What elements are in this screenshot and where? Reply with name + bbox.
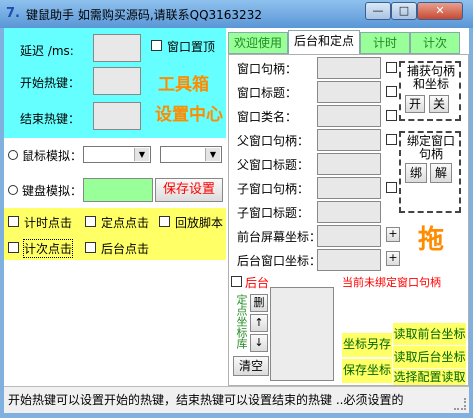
fg-coord-plus-button[interactable]: + <box>386 227 400 242</box>
move-down-button[interactable]: ↓ <box>250 334 268 352</box>
mouse-sim-label: 鼠标模拟： <box>22 149 83 163</box>
child-title-input[interactable] <box>317 201 381 223</box>
mode-options-panel: 计时点击 定点点击 回放脚本 计次点击 后台点击 <box>4 208 226 260</box>
window-title-checkbox[interactable] <box>386 86 397 97</box>
start-hotkey-label: 开始热键： <box>20 76 81 90</box>
start-hotkey-input[interactable] <box>93 67 141 95</box>
window-title: 键鼠助手 如需购买源码,请联系QQ3163232 <box>26 8 262 22</box>
toolbox-label: 工具箱 <box>158 75 209 95</box>
count-click-label: 计次点击 <box>22 239 74 258</box>
timer-click-checkbox[interactable] <box>8 216 19 227</box>
window-title-input[interactable] <box>317 81 381 103</box>
unbind-button[interactable]: 解 <box>430 163 452 183</box>
clear-coords-button[interactable]: 清空 <box>233 356 269 376</box>
chevron-down-icon: ▼ <box>205 148 220 161</box>
timer-click-label: 计时点击 <box>24 216 73 230</box>
close-button[interactable]: ✕ <box>417 2 463 20</box>
bind-box-title: 绑定窗口句柄 <box>406 134 455 161</box>
capture-box: 捕获句柄和坐标 开 关 <box>399 61 461 121</box>
mouse-sim-select-2[interactable]: ▼ <box>160 146 222 163</box>
child-handle-checkbox[interactable] <box>386 182 397 193</box>
parent-title-input[interactable] <box>317 153 381 175</box>
replay-script-label: 回放脚本 <box>175 216 224 230</box>
window-handle-checkbox[interactable] <box>386 62 397 73</box>
select-config-read-button[interactable]: 选择配置读取 <box>393 369 466 385</box>
mouse-sim-radio[interactable] <box>8 150 18 160</box>
tab-welcome[interactable]: 欢迎使用 <box>228 32 288 54</box>
coord-list[interactable] <box>270 287 334 381</box>
backend-label: 后台 <box>245 276 270 290</box>
maximize-button[interactable]: □ <box>391 2 417 20</box>
status-text: 开始热键可以设置开始的热键，结束热键可以设置结束的热键 ..必须设置的 <box>8 393 404 407</box>
field-label: 窗口类名： <box>237 110 298 124</box>
backend-checkbox[interactable] <box>231 276 242 287</box>
resize-grip-icon[interactable] <box>454 398 466 410</box>
fixed-click-checkbox[interactable] <box>85 216 96 227</box>
title-bar: 7. 键鼠助手 如需购买源码,请联系QQ3163232 — □ ✕ <box>0 0 473 28</box>
move-up-button[interactable]: ↑ <box>250 314 268 332</box>
child-handle-input[interactable] <box>317 177 381 199</box>
delay-input[interactable] <box>93 34 141 62</box>
delay-label: 延迟 /ms: <box>20 44 74 58</box>
unbound-status: 当前未绑定窗口句柄 <box>342 276 441 289</box>
bind-window-box: 绑定窗口句柄 绑 解 <box>399 131 461 213</box>
replay-script-checkbox[interactable] <box>159 216 170 227</box>
delete-coord-button[interactable]: 删 <box>250 294 268 312</box>
count-click-checkbox[interactable] <box>8 242 19 253</box>
capture-on-button[interactable]: 开 <box>405 95 425 113</box>
tab-counter[interactable]: 计次 <box>410 32 460 54</box>
window-top-checkbox[interactable] <box>151 40 162 51</box>
field-label: 窗口标题： <box>237 86 298 100</box>
save-coord-button[interactable]: 保存坐标 <box>342 359 392 383</box>
read-bg-coord-button[interactable]: 读取后台坐标 <box>393 346 466 368</box>
coord-save-as-button[interactable]: 坐标另存 <box>342 333 392 357</box>
client-area: 延迟 /ms: 窗口置顶 开始热键： 工具箱 结束热键： 设置中心 鼠标模拟： … <box>4 28 469 413</box>
app-window: 7. 键鼠助手 如需购买源码,请联系QQ3163232 — □ ✕ 延迟 /ms… <box>0 0 473 418</box>
tab-timer[interactable]: 计时 <box>360 32 410 54</box>
tab-background-fixed[interactable]: 后台和定点 <box>288 30 360 56</box>
field-label: 后台窗口坐标： <box>237 254 322 268</box>
chevron-down-icon: ▼ <box>134 148 149 161</box>
keyboard-sim-input[interactable] <box>83 178 153 202</box>
end-hotkey-input[interactable] <box>93 102 141 130</box>
capture-box-title: 捕获句柄和坐标 <box>406 64 455 91</box>
end-hotkey-label: 结束热键： <box>20 112 81 126</box>
hotkey-panel: 延迟 /ms: 窗口置顶 开始热键： 工具箱 结束热键： 设置中心 <box>4 28 226 138</box>
window-class-checkbox[interactable] <box>386 110 397 121</box>
save-settings-button[interactable]: 保存设置 <box>155 178 223 202</box>
capture-off-button[interactable]: 关 <box>429 95 449 113</box>
bg-window-coord-input[interactable] <box>317 249 381 271</box>
field-label: 子窗口句柄： <box>237 182 310 196</box>
background-fixed-tab-panel: 窗口句柄： 窗口标题： 窗口类名： 父窗口句柄： 父窗口标题： 子窗口句柄： 子… <box>228 54 469 386</box>
window-top-label: 窗口置顶 <box>167 40 216 54</box>
bind-button[interactable]: 绑 <box>405 163 427 183</box>
parent-handle-checkbox[interactable] <box>386 134 397 145</box>
field-label: 窗口句柄： <box>237 62 298 76</box>
field-label: 父窗口句柄： <box>237 134 310 148</box>
field-label: 子窗口标题： <box>237 206 310 220</box>
field-label: 前台屏幕坐标： <box>237 230 322 244</box>
settings-center-label: 设置中心 <box>155 105 223 125</box>
read-fg-coord-button[interactable]: 读取前台坐标 <box>393 323 466 345</box>
minimize-button[interactable]: — <box>365 2 391 20</box>
fixed-coord-lib-label: 定点坐标库 <box>231 289 248 353</box>
app-icon: 7. <box>6 6 20 21</box>
keyboard-sim-radio[interactable] <box>8 185 18 195</box>
keyboard-sim-label: 键盘模拟： <box>22 184 83 198</box>
window-handle-input[interactable] <box>317 57 381 79</box>
tab-strip: 欢迎使用 后台和定点 计时 计次 <box>228 30 469 56</box>
simulation-panel: 鼠标模拟： ▼ ▼ 键盘模拟： 保存设置 <box>4 138 226 208</box>
parent-handle-input[interactable] <box>317 129 381 151</box>
mouse-sim-select-1[interactable]: ▼ <box>83 146 151 163</box>
bg-coord-plus-button[interactable]: + <box>386 251 400 266</box>
fixed-click-label: 定点点击 <box>101 216 150 230</box>
background-click-label: 后台点击 <box>101 242 150 256</box>
drag-handle[interactable]: 拖 <box>418 219 444 256</box>
window-class-input[interactable] <box>317 105 381 127</box>
status-bar: 开始热键可以设置开始的热键，结束热键可以设置结束的热键 ..必须设置的 <box>4 386 469 413</box>
field-label: 父窗口标题： <box>237 158 310 172</box>
fg-screen-coord-input[interactable] <box>317 225 381 247</box>
background-click-checkbox[interactable] <box>85 242 96 253</box>
